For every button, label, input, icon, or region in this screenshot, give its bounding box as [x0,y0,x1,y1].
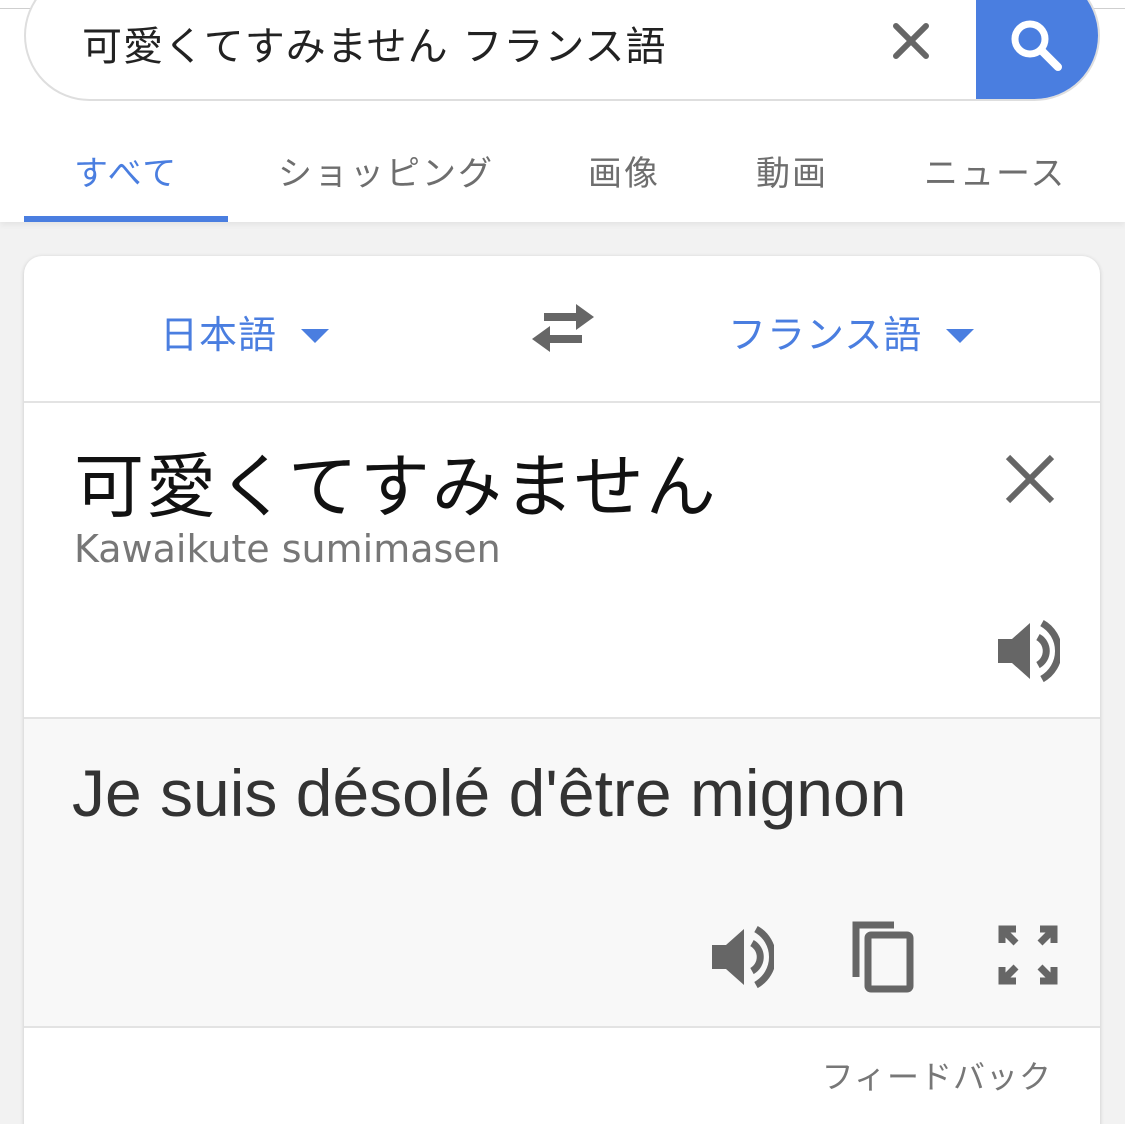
copy-icon [852,921,914,993]
search-tabs: すべて ショッピング 画像 動画 ニュース [0,140,1125,222]
search-icon [1011,20,1062,71]
tab-all[interactable]: すべて [74,146,178,195]
search-header: 可愛くてすみません フランス語 すべて ショッピング 画像 動画 ニュース [0,0,1125,222]
tab-images[interactable]: 画像 [588,146,660,195]
swap-languages-button[interactable] [532,304,594,356]
target-language-label: フランス語 [728,313,923,357]
chevron-down-icon [946,328,975,343]
source-text-area[interactable]: 可愛くてすみません Kawaikute sumimasen [24,403,1100,719]
speaker-icon [998,619,1062,683]
fullscreen-icon [998,925,1058,985]
search-button[interactable] [976,0,1098,99]
source-language-select[interactable]: 日本語 [160,304,330,359]
translate-card: 日本語 フランス語 可愛くてすみません Kawaikute sumimasen [24,256,1100,1124]
search-clear-button[interactable] [886,16,936,66]
target-language-select[interactable]: フランス語 [728,304,975,359]
clear-source-button[interactable] [1000,449,1060,513]
copy-translation-button[interactable] [850,919,916,997]
language-bar: 日本語 フランス語 [24,256,1100,403]
tab-news[interactable]: ニュース [924,146,1066,195]
search-box[interactable]: 可愛くてすみません フランス語 [24,0,1100,101]
chevron-down-icon [301,328,330,343]
listen-source-button[interactable] [994,619,1062,687]
tab-shopping[interactable]: ショッピング [278,146,494,195]
fullscreen-button[interactable] [998,925,1058,989]
tab-videos[interactable]: 動画 [756,146,828,195]
listen-translation-button[interactable] [708,925,776,993]
page: 可愛くてすみません フランス語 すべて ショッピング 画像 動画 ニュース 日本… [0,0,1125,1124]
source-language-label: 日本語 [160,313,278,357]
swap-icon [532,304,594,352]
close-icon [893,23,929,59]
speaker-icon [712,925,776,989]
search-input[interactable]: 可愛くてすみません フランス語 [82,14,667,72]
romanization-text: Kawaikute sumimasen [74,527,501,571]
source-text[interactable]: 可愛くてすみません [74,431,718,532]
translation-result-area: Je suis désolé d'être mignon [24,719,1100,1028]
translation-result-text: Je suis désolé d'être mignon [72,756,907,830]
close-icon [1005,454,1055,504]
active-tab-indicator [24,216,228,222]
feedback-link[interactable]: フィードバック [822,1052,1052,1098]
